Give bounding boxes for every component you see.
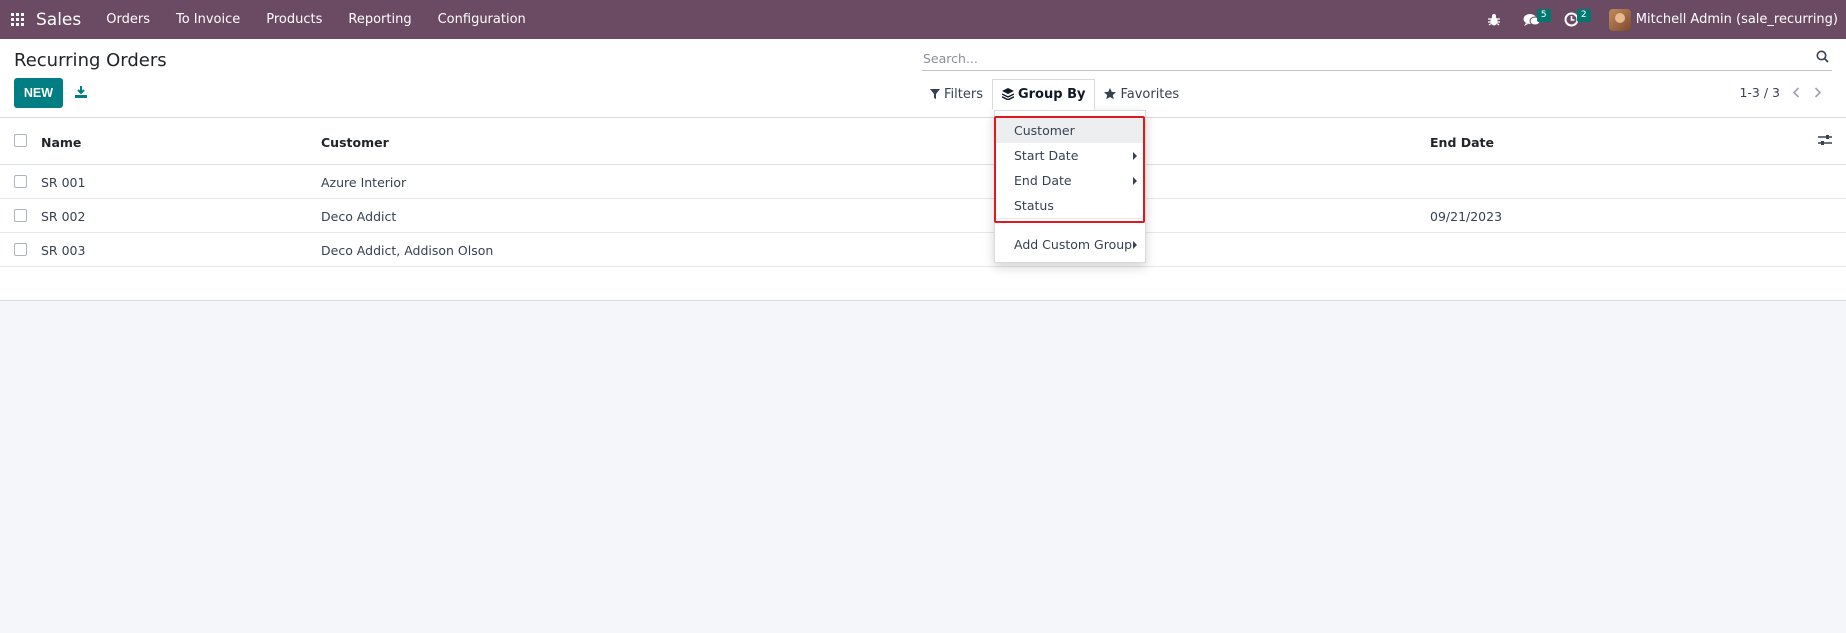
row-customer: Deco Addict xyxy=(321,209,397,224)
navbar-systray: 5 2 Mitchell Admin (sale_recurring) xyxy=(1479,0,1838,39)
user-menu[interactable]: Mitchell Admin (sale_recurring) xyxy=(1608,8,1838,31)
table-header: Name Customer End Date xyxy=(0,118,1846,165)
filters-label: Filters xyxy=(944,86,983,102)
row-checkbox[interactable] xyxy=(14,209,27,222)
table-row[interactable]: SR 002 Deco Addict 09/21/2023 xyxy=(0,199,1846,233)
row-name: SR 001 xyxy=(41,175,86,190)
groupby-status[interactable]: Status xyxy=(995,193,1145,218)
user-name: Mitchell Admin (sale_recurring) xyxy=(1635,12,1838,27)
groupby-start-date[interactable]: Start Date xyxy=(995,143,1145,168)
groupby-customer[interactable]: Customer xyxy=(995,118,1145,143)
groupby-label: Group By xyxy=(1017,86,1086,102)
caret-right-icon xyxy=(1133,177,1137,185)
search-icon[interactable] xyxy=(1816,50,1829,67)
star-icon xyxy=(1104,88,1117,100)
groupby-status-label: Status xyxy=(1014,198,1054,213)
groupby-start-date-label: Start Date xyxy=(1014,148,1079,163)
row-customer: Azure Interior xyxy=(321,175,407,190)
filters-toggle[interactable]: Filters xyxy=(922,79,992,109)
download-icon[interactable] xyxy=(72,83,90,101)
menu-products[interactable]: Products xyxy=(253,0,335,39)
apps-grid-icon[interactable] xyxy=(0,0,34,39)
page-title: Recurring Orders xyxy=(14,50,167,71)
search-input[interactable] xyxy=(922,46,1802,70)
table-row[interactable]: SR 003 Deco Addict, Addison Olson xyxy=(0,233,1846,267)
row-checkbox[interactable] xyxy=(14,243,27,256)
pager-value[interactable]: 1-3 / 3 xyxy=(1739,85,1780,100)
messages-badge: 5 xyxy=(1536,9,1551,22)
column-name[interactable]: Name xyxy=(41,135,81,150)
row-end-date: 09/21/2023 xyxy=(1430,209,1503,224)
control-panel: Recurring Orders NEW Filters Group By Fa… xyxy=(0,39,1846,118)
row-name: SR 002 xyxy=(41,209,86,224)
row-checkbox[interactable] xyxy=(14,175,27,188)
avatar xyxy=(1608,8,1631,31)
caret-right-icon xyxy=(1133,152,1137,160)
favorites-label: Favorites xyxy=(1120,86,1180,102)
column-end-date[interactable]: End Date xyxy=(1430,135,1494,150)
groupby-customer-label: Customer xyxy=(1014,123,1075,138)
menu-reporting[interactable]: Reporting xyxy=(335,0,424,39)
favorites-toggle[interactable]: Favorites xyxy=(1095,79,1188,109)
pager: 1-3 / 3 xyxy=(1739,85,1822,100)
table-row[interactable]: SR 001 Azure Interior xyxy=(0,165,1846,199)
column-customer[interactable]: Customer xyxy=(321,135,389,150)
column-settings-icon[interactable] xyxy=(1818,134,1832,150)
select-all-checkbox[interactable] xyxy=(14,134,27,147)
menu-to-invoice[interactable]: To Invoice xyxy=(163,0,253,39)
add-custom-group-label: Add Custom Group xyxy=(1014,237,1133,252)
search-bar xyxy=(922,46,1832,71)
activities-badge: 2 xyxy=(1576,9,1591,22)
app-brand[interactable]: Sales xyxy=(36,10,81,30)
add-custom-group[interactable]: Add Custom Group xyxy=(995,232,1145,257)
top-navbar: Sales Orders To Invoice Products Reporti… xyxy=(0,0,1846,39)
list-view: Name Customer End Date SR 001 Azure Inte… xyxy=(0,118,1846,301)
groupby-dropdown: Customer Start Date End Date Status Add … xyxy=(994,110,1146,263)
messages-icon[interactable]: 5 xyxy=(1517,0,1551,39)
groupby-toggle[interactable]: Group By xyxy=(991,78,1096,110)
row-name: SR 003 xyxy=(41,243,86,258)
debug-bug-icon[interactable] xyxy=(1479,0,1509,39)
chevron-right-icon[interactable] xyxy=(1814,87,1822,98)
menu-orders[interactable]: Orders xyxy=(93,0,163,39)
dropdown-divider xyxy=(995,218,1145,219)
groupby-end-date[interactable]: End Date xyxy=(995,168,1145,193)
layers-icon xyxy=(1001,88,1014,100)
chevron-left-icon[interactable] xyxy=(1792,87,1800,98)
caret-right-icon xyxy=(1133,241,1137,249)
row-customer: Deco Addict, Addison Olson xyxy=(321,243,494,258)
activities-clock-icon[interactable]: 2 xyxy=(1557,0,1591,39)
groupby-end-date-label: End Date xyxy=(1014,173,1072,188)
search-panel-toggles: Filters Group By Favorites xyxy=(922,78,1188,110)
filter-funnel-icon xyxy=(930,88,940,99)
new-button[interactable]: NEW xyxy=(14,78,63,108)
menu-configuration[interactable]: Configuration xyxy=(425,0,539,39)
